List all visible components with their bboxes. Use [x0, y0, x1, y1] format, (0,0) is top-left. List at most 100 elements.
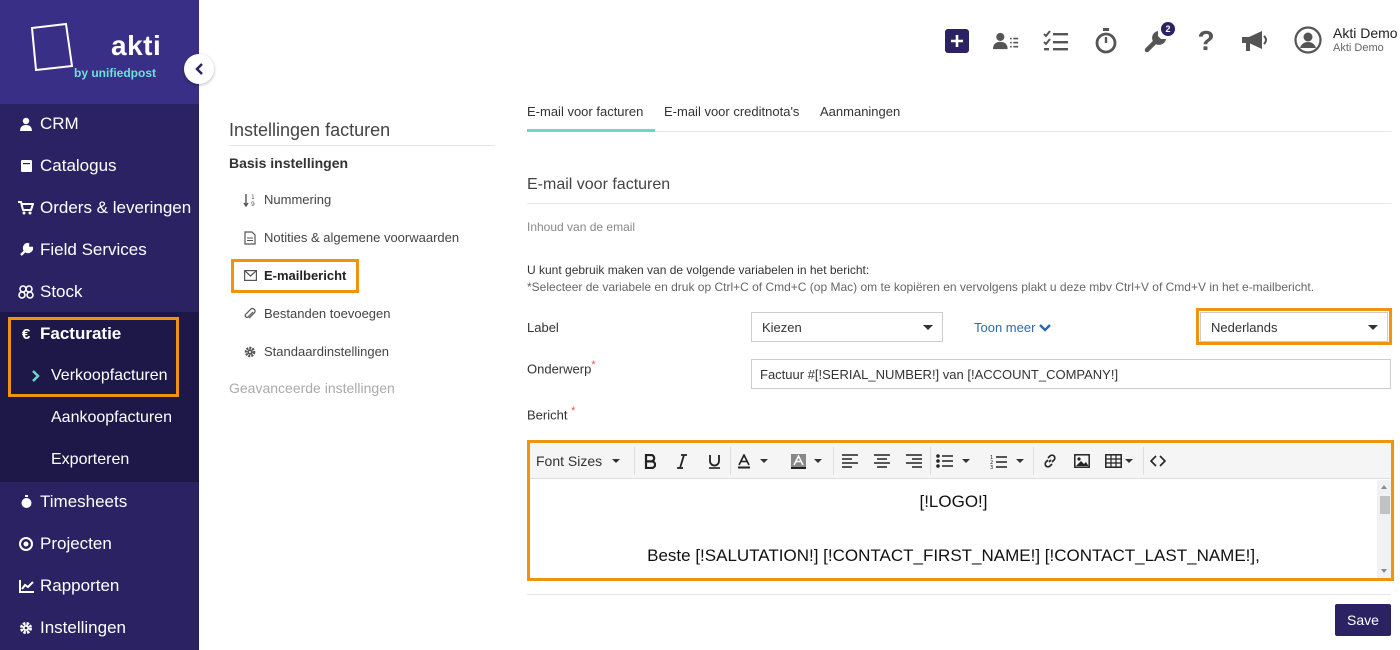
tools-button[interactable]: 2 [1143, 22, 1175, 54]
cart-icon [18, 200, 34, 216]
settings-nav-advanced[interactable]: Geavanceerde instellingen [229, 380, 395, 396]
caret-down-icon [1125, 459, 1133, 463]
add-button[interactable] [944, 28, 970, 54]
sidebar-item-stock[interactable]: Stock [0, 271, 199, 313]
toolbar-separator [930, 447, 931, 475]
question-icon: ? [1197, 25, 1215, 56]
settings-nav-notities[interactable]: Notities & algemene voorwaarden [243, 230, 459, 245]
contacts-list-button[interactable] [993, 28, 1019, 54]
font-color-icon [738, 453, 750, 468]
editor-scrollbar[interactable] [1377, 480, 1391, 578]
language-highlight [1196, 308, 1392, 345]
align-left-button[interactable] [840, 451, 860, 471]
font-sizes-dropdown[interactable]: Font Sizes [536, 451, 628, 471]
sidebar-item-label: Timesheets [40, 492, 128, 511]
resize-handle-icon[interactable] [1377, 566, 1391, 576]
divider [527, 203, 1391, 204]
label-label: Label [527, 320, 559, 335]
book-icon [18, 158, 34, 174]
bullet-list-dropdown[interactable] [936, 451, 978, 471]
tab-aanmaningen[interactable]: Aanmaningen [820, 104, 900, 119]
sidebar-item-instellingen[interactable]: Instellingen [0, 607, 199, 649]
subject-input[interactable] [751, 359, 1391, 389]
sidebar-sub-aankoopfacturen[interactable]: Aankoopfacturen [51, 409, 172, 427]
caret-down-icon [1016, 459, 1024, 463]
editor-content[interactable]: [!LOGO!] Beste [!SALUTATION!] [!CONTACT_… [530, 480, 1377, 578]
code-icon [1150, 455, 1166, 467]
background-color-dropdown[interactable] [791, 451, 831, 471]
image-icon [1074, 454, 1090, 468]
sidebar-item-projecten[interactable]: Projecten [0, 523, 199, 565]
sidebar-sub-exporteren[interactable]: Exporteren [51, 451, 129, 469]
target-icon [18, 536, 34, 552]
announcements-button[interactable] [1240, 28, 1270, 54]
sidebar-item-crm[interactable]: CRM [0, 103, 199, 145]
subject-label: Onderwerp* [527, 359, 596, 376]
editor-line: Beste [!SALUTATION!] [!CONTACT_FIRST_NAM… [647, 546, 1260, 565]
user-icon [18, 116, 34, 132]
sidebar-item-label: Field Services [40, 240, 147, 259]
underline-button[interactable] [704, 451, 724, 471]
settings-nav-label: Nummering [264, 192, 332, 207]
tab-email-creditnotas[interactable]: E-mail voor creditnota's [664, 104, 799, 119]
chart-icon [18, 578, 34, 594]
scrollbar-thumb[interactable] [1380, 496, 1390, 514]
italic-button[interactable] [672, 451, 692, 471]
timer-button[interactable] [1093, 28, 1119, 54]
sidebar-item-catalogus[interactable]: Catalogus [0, 145, 199, 187]
sidebar-item-rapporten[interactable]: Rapporten [0, 565, 199, 607]
user-avatar[interactable] [1294, 26, 1322, 54]
stopwatch-icon [1095, 28, 1117, 54]
sidebar-item-orders[interactable]: Orders & leveringen [0, 187, 199, 229]
align-right-icon [906, 454, 922, 468]
sidebar-item-label: Instellingen [40, 618, 127, 637]
caret-down-icon [962, 459, 970, 463]
toolbar-separator [833, 447, 834, 475]
sidebar-item-timesheets[interactable]: Timesheets [0, 481, 199, 523]
numbered-list-icon: 123 [990, 455, 1007, 469]
editor-line: [!LOGO!] [919, 492, 988, 511]
sidebar-item-label: Rapporten [40, 576, 120, 595]
bold-icon [644, 453, 656, 469]
caret-down-icon [923, 325, 933, 330]
checklist-icon [1043, 30, 1068, 51]
save-button[interactable]: Save [1335, 604, 1391, 636]
align-center-button[interactable] [872, 451, 892, 471]
caret-down-icon [612, 459, 621, 463]
settings-title: Instellingen facturen [229, 120, 391, 140]
bold-button[interactable] [640, 451, 660, 471]
sidebar-collapse-button[interactable] [184, 54, 214, 84]
insert-link-button[interactable] [1040, 451, 1060, 471]
user-name[interactable]: Akti Demo [1333, 25, 1398, 41]
settings-nav-label: Standaardinstellingen [264, 344, 390, 359]
toon-meer-link[interactable]: Toon meer [974, 320, 1052, 335]
boxes-icon [18, 284, 34, 300]
stopwatch-icon [18, 494, 34, 510]
tasks-button[interactable] [1043, 28, 1069, 54]
sidebar-item-field-services[interactable]: Field Services [0, 229, 199, 271]
caret-down-icon [760, 459, 768, 463]
message-editor: Font Sizes 1 2 3 [!LOGO!] Beste [!SALUTA… [527, 440, 1394, 581]
insert-table-dropdown[interactable] [1105, 451, 1137, 471]
numbered-list-dropdown[interactable]: 123 [990, 451, 1032, 471]
logo-area: akti by unifiedpost [0, 0, 199, 104]
tab-email-facturen[interactable]: E-mail voor facturen [527, 104, 643, 119]
insert-image-button[interactable] [1072, 451, 1092, 471]
settings-nav-label: Notities & algemene voorwaarden [264, 230, 460, 245]
label-select-value: Kiezen [762, 319, 802, 335]
paperclip-icon [243, 307, 257, 321]
label-select[interactable]: Kiezen [751, 312, 943, 342]
facturatie-highlight [8, 317, 179, 397]
settings-nav-standaard[interactable]: Standaardinstellingen [243, 344, 389, 359]
font-color-dropdown[interactable] [737, 451, 777, 471]
emailbericht-highlight [231, 259, 359, 293]
chevron-left-icon [195, 63, 203, 75]
settings-nav-bestanden[interactable]: Bestanden toevoegen [243, 306, 391, 321]
message-label: Bericht * [527, 405, 575, 422]
code-view-button[interactable] [1148, 451, 1168, 471]
gear-icon [243, 345, 257, 359]
help-button[interactable]: ? [1193, 25, 1219, 56]
settings-nav-label: Bestanden toevoegen [264, 306, 391, 321]
align-right-button[interactable] [904, 451, 924, 471]
settings-nav-nummering[interactable]: 19 Nummering [243, 192, 331, 207]
